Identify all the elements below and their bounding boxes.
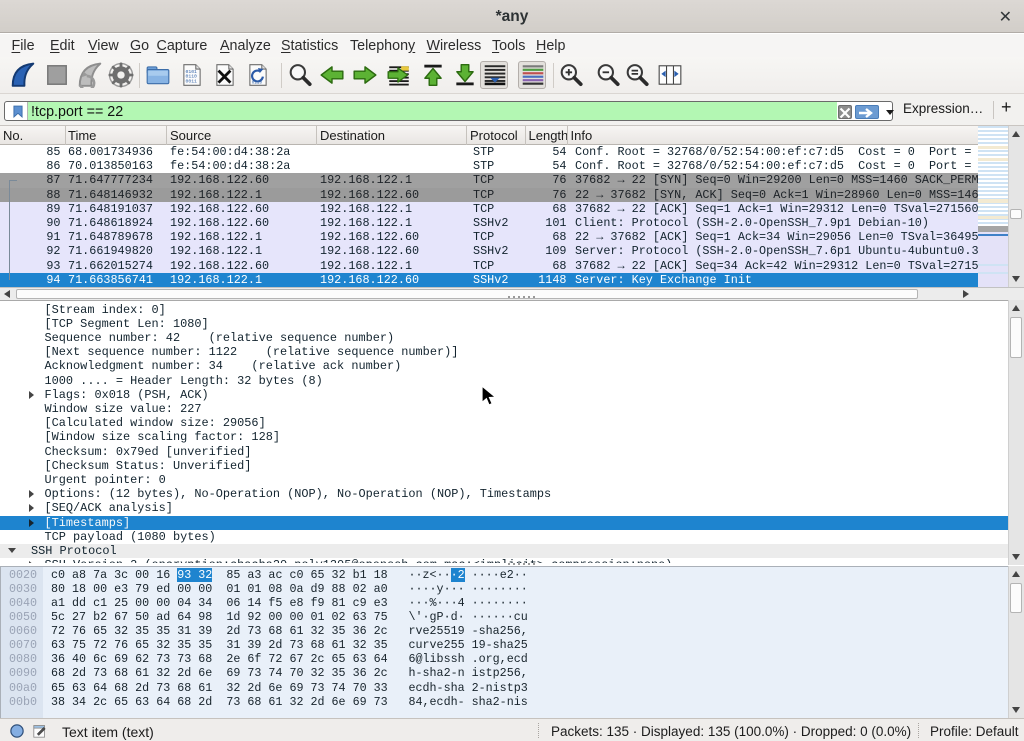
svg-text:0110: 0110 <box>252 81 263 86</box>
svg-text:0011: 0011 <box>186 79 198 85</box>
